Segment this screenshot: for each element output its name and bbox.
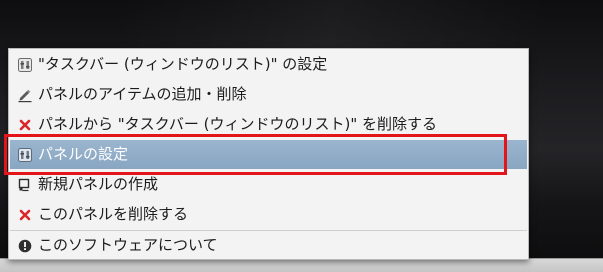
- panel-context-menu: "タスクバー (ウィンドウのリスト)" の設定 パネルのアイテムの追加・削除 パ…: [8, 48, 529, 260]
- menu-item-label: パネルから "タスクバー (ウィンドウのリスト)" を削除する: [38, 115, 438, 133]
- remove-icon: [17, 117, 33, 133]
- info-icon: [17, 238, 33, 254]
- panel-settings-icon: [17, 147, 33, 163]
- edit-items-icon: [17, 87, 33, 103]
- menu-item-add-remove-items[interactable]: パネルのアイテムの追加・削除: [10, 80, 527, 109]
- menu-item-label: "タスクバー (ウィンドウのリスト)" の設定: [38, 55, 328, 73]
- menu-item-delete-panel[interactable]: このパネルを削除する: [10, 200, 527, 229]
- menu-item-label: このソフトウェアについて: [38, 236, 218, 254]
- menu-item-label: 新規パネルの作成: [38, 175, 159, 193]
- menu-item-new-panel[interactable]: 新規パネルの作成: [10, 170, 527, 199]
- menu-item-about[interactable]: このソフトウェアについて: [10, 231, 527, 260]
- panel-settings-icon: [17, 57, 33, 73]
- menu-item-label: パネルのアイテムの追加・削除: [38, 85, 247, 103]
- menu-item-panel-settings[interactable]: パネルの設定: [10, 140, 527, 169]
- menu-item-taskbar-settings[interactable]: "タスクバー (ウィンドウのリスト)" の設定: [10, 50, 527, 79]
- menu-item-remove-taskbar[interactable]: パネルから "タスクバー (ウィンドウのリスト)" を削除する: [10, 110, 527, 139]
- bottom-panel: [0, 258, 603, 272]
- new-panel-icon: [17, 177, 33, 193]
- remove-icon: [17, 207, 33, 223]
- menu-item-label: パネルの設定: [38, 145, 129, 163]
- menu-item-label: このパネルを削除する: [38, 205, 189, 223]
